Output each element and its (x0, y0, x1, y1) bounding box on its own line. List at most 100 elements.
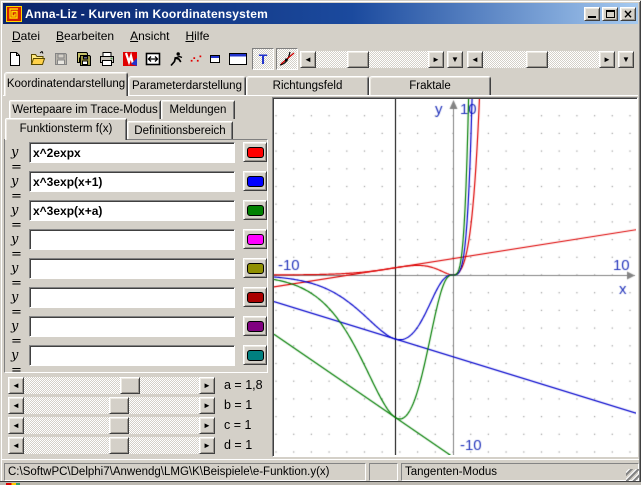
subtab-wertepaare-im-trace-modus[interactable]: Wertepaare im Trace-Modus (9, 100, 161, 119)
window-small-icon (207, 51, 223, 67)
tangent-position-scrollbar[interactable]: ◄ ► (300, 51, 444, 68)
slider-thumb[interactable] (109, 437, 129, 454)
main-tabs: KoordinatendarstellungParameterdarstellu… (4, 72, 637, 96)
scroll-right-button[interactable]: ► (428, 51, 444, 68)
open-file-button[interactable] (27, 48, 48, 70)
window-small-button[interactable] (206, 48, 224, 70)
save-all-button[interactable] (73, 48, 94, 70)
function-term-input-7[interactable] (29, 316, 235, 337)
maximize-icon (606, 10, 615, 18)
curve-color-button-4[interactable] (243, 229, 267, 249)
function-term-input-2[interactable] (29, 171, 235, 192)
menu-hilfe[interactable]: Hilfe (177, 28, 217, 44)
new-document-button[interactable] (4, 48, 25, 70)
curve-color-button-5[interactable] (243, 258, 267, 278)
curve-color-button-7[interactable] (243, 316, 267, 336)
trace-points-button[interactable] (188, 48, 204, 70)
slider-left-button[interactable]: ◄ (8, 437, 24, 454)
window-large-button[interactable] (226, 48, 250, 70)
slider-track[interactable] (24, 417, 199, 434)
tab-fraktale[interactable]: Fraktale (369, 76, 491, 96)
close-button[interactable]: × (620, 7, 636, 21)
app-window: Anna-Liz - Kurven im Koordinatensystem ×… (0, 0, 641, 485)
save-button[interactable] (50, 48, 71, 70)
menu-bearbeiten[interactable]: Bearbeiten (48, 28, 122, 44)
curve-color-swatch (247, 350, 264, 361)
slider-left-button[interactable]: ◄ (8, 417, 24, 434)
fit-range-icon (145, 51, 161, 67)
slider-right-button[interactable]: ► (199, 377, 215, 394)
secondary-scrollbar[interactable]: ◄ ► (467, 51, 615, 68)
status-mode: Tangenten-Modus (401, 463, 639, 481)
function-term-input-5[interactable] (29, 258, 235, 279)
animate-button[interactable] (165, 48, 186, 70)
parameter-slider-c[interactable]: ◄► (8, 417, 215, 434)
function-term-input-4[interactable] (29, 229, 235, 250)
subtab-definitionsbereich[interactable]: Definitionsbereich (127, 121, 233, 140)
subtab-meldungen[interactable]: Meldungen (161, 100, 235, 119)
curve-color-swatch (247, 176, 264, 187)
curve-color-button-2[interactable] (243, 171, 267, 191)
slider-thumb[interactable] (120, 377, 140, 394)
slider-track[interactable] (24, 437, 199, 454)
menu-datei[interactable]: Datei (4, 28, 48, 44)
tangent-mode-icon (278, 50, 296, 68)
minimize-button[interactable] (584, 7, 600, 21)
delete-curves-button[interactable] (119, 48, 140, 70)
parameter-value-label: a = 1,8 (224, 378, 263, 392)
maximize-button[interactable] (602, 7, 618, 21)
function-term-input-6[interactable] (29, 287, 235, 308)
tab-richtungsfeld[interactable]: Richtungsfeld (246, 76, 369, 96)
function-term-input-3[interactable] (29, 200, 235, 221)
slider-right-button[interactable]: ► (199, 417, 215, 434)
scrollbar-track[interactable] (316, 51, 428, 68)
scrollbar-track[interactable] (483, 51, 599, 68)
slider-thumb[interactable] (109, 417, 129, 434)
curve-color-button-8[interactable] (243, 345, 267, 365)
parameter-slider-d[interactable]: ◄► (8, 437, 215, 454)
subtab-funktionsterm-f-x-[interactable]: Funktionsterm f(x) (5, 118, 127, 140)
slider-track[interactable] (24, 397, 199, 414)
dropdown-button-1[interactable]: ▼ (447, 51, 463, 68)
status-bar: C:\SoftwPC\Delphi7\Anwendg\LMG\K\Beispie… (2, 459, 639, 481)
tangent-mode-button[interactable] (276, 48, 298, 70)
slider-left-button[interactable]: ◄ (8, 377, 24, 394)
curve-color-button-1[interactable] (243, 142, 267, 162)
function-term-input-1[interactable] (29, 142, 235, 163)
slider-track[interactable] (24, 377, 199, 394)
scroll-left-button[interactable]: ◄ (467, 51, 483, 68)
graph-panel[interactable] (272, 97, 638, 457)
scrollbar-thumb[interactable] (347, 51, 369, 68)
slider-right-button[interactable]: ► (199, 437, 215, 454)
slider-thumb[interactable] (109, 397, 129, 414)
scroll-left-button[interactable]: ◄ (300, 51, 316, 68)
animate-runner-icon (168, 51, 184, 67)
plot-canvas[interactable] (274, 99, 636, 455)
title-bar[interactable]: Anna-Liz - Kurven im Koordinatensystem × (3, 3, 638, 24)
parameter-slider-row: ◄►b = 1 (8, 397, 268, 414)
fit-range-button[interactable] (142, 48, 163, 70)
curve-color-button-3[interactable] (243, 200, 267, 220)
trace-points-icon (189, 51, 203, 67)
scrollbar-thumb[interactable] (526, 51, 548, 68)
menu-ansicht[interactable]: Ansicht (122, 28, 177, 44)
function-row: y = (0, 287, 270, 309)
parameter-slider-b[interactable]: ◄► (8, 397, 215, 414)
slider-left-button[interactable]: ◄ (8, 397, 24, 414)
curve-color-button-6[interactable] (243, 287, 267, 307)
window-title: Anna-Liz - Kurven im Koordinatensystem (25, 7, 584, 21)
print-button[interactable] (96, 48, 117, 70)
function-row: y = (0, 142, 270, 164)
slider-right-button[interactable]: ► (199, 397, 215, 414)
window-large-icon (228, 51, 248, 67)
parameter-slider-a[interactable]: ◄► (8, 377, 215, 394)
new-document-icon (7, 51, 23, 67)
tab-parameterdarstellung[interactable]: Parameterdarstellung (128, 76, 246, 96)
scroll-right-button[interactable]: ► (599, 51, 615, 68)
close-icon: × (623, 9, 633, 19)
function-term-input-8[interactable] (29, 345, 235, 366)
dropdown-button-2[interactable]: ▼ (618, 51, 634, 68)
tab-koordinatendarstellung[interactable]: Koordinatendarstellung (4, 72, 128, 96)
svg-text:T: T (259, 51, 268, 67)
tangent-text-mode-button[interactable]: T (252, 48, 274, 70)
